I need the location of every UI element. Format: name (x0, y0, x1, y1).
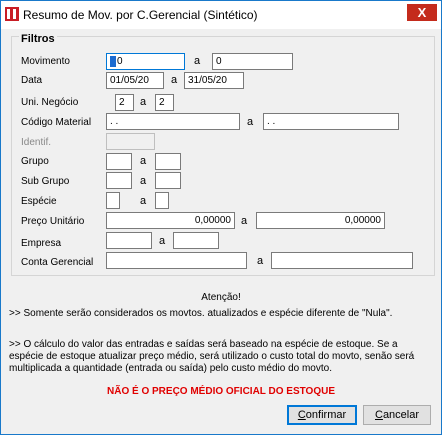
codigo-material-to-input[interactable]: . . (263, 113, 399, 130)
confirm-label: onfirmar (305, 409, 347, 421)
preco-unitario-from-input[interactable]: 0,00000 (106, 212, 235, 229)
window-title: Resumo de Mov. por C.Gerencial (Sintétic… (23, 8, 258, 22)
cancel-button[interactable]: Cancelar (363, 405, 431, 425)
data-to-input[interactable]: 31/05/20 (184, 72, 244, 89)
confirm-hotkey: C (297, 409, 306, 421)
empresa-label: Empresa (21, 238, 62, 249)
uni-negocio-to-input[interactable]: 2 (155, 94, 174, 111)
movimento-to-input[interactable]: 0 (212, 53, 293, 70)
conta-gerencial-label: Conta Gerencial (21, 257, 94, 268)
warning-text: NÃO É O PREÇO MÉDIO OFICIAL DO ESTOQUE (107, 386, 335, 397)
especie-to-input[interactable] (155, 192, 169, 209)
grupo-label: Grupo (21, 156, 49, 167)
grupo-from-input[interactable] (106, 153, 132, 170)
uni-negocio-separator: a (140, 96, 147, 108)
preco-unitario-to-input[interactable]: 0,00000 (256, 212, 385, 229)
preco-unitario-label: Preço Unitário (21, 216, 85, 227)
cancel-hotkey: C (374, 409, 383, 421)
identif-label: Identif. (21, 137, 52, 148)
movimento-from-input[interactable]: 0 (106, 53, 185, 70)
data-label: Data (21, 75, 43, 86)
conta-gerencial-from-input[interactable] (106, 252, 247, 269)
codigo-material-separator: a (247, 116, 254, 128)
data-from-input[interactable]: 01/05/20 (106, 72, 164, 89)
especie-from-input[interactable] (106, 192, 120, 209)
sub-grupo-separator: a (140, 175, 147, 187)
conta-gerencial-separator: a (257, 255, 264, 267)
codigo-material-from-input[interactable]: . . (106, 113, 240, 130)
filters-title: Filtros (19, 33, 57, 45)
especie-separator: a (140, 195, 147, 207)
codigo-material-label: Código Material (21, 117, 92, 128)
sub-grupo-to-input[interactable] (155, 172, 181, 189)
note-movtos-atualizados: >> Somente serão considerados os movtos.… (9, 308, 393, 319)
uni-negocio-label: Uni. Negócio (21, 97, 79, 108)
confirm-button[interactable]: Confirmar (287, 405, 357, 425)
empresa-to-input[interactable] (173, 232, 219, 249)
grupo-separator: a (140, 155, 147, 167)
cancel-label: ancelar (382, 409, 420, 421)
empresa-separator: a (159, 235, 166, 247)
uni-negocio-from-input[interactable]: 2 (115, 94, 134, 111)
sub-grupo-from-input[interactable] (106, 172, 132, 189)
app-logo-icon (5, 7, 19, 21)
grupo-to-input[interactable] (155, 153, 181, 170)
close-button[interactable]: X (407, 4, 437, 21)
identif-input (106, 133, 155, 150)
sub-grupo-label: Sub Grupo (21, 176, 70, 187)
preco-unitario-separator: a (241, 215, 248, 227)
attention-heading: Atenção! (201, 292, 241, 303)
movimento-label: Movimento (21, 56, 70, 67)
conta-gerencial-to-input[interactable] (271, 252, 413, 269)
title-bar: Resumo de Mov. por C.Gerencial (Sintétic… (1, 1, 441, 29)
especie-label: Espécie (21, 196, 57, 207)
data-separator: a (171, 74, 178, 86)
movimento-separator: a (194, 55, 201, 67)
dialog-window: Resumo de Mov. por C.Gerencial (Sintétic… (0, 0, 442, 435)
note-calculo-valor: >> O cálculo do valor das entradas e saí… (9, 339, 415, 374)
empresa-from-input[interactable] (106, 232, 152, 249)
